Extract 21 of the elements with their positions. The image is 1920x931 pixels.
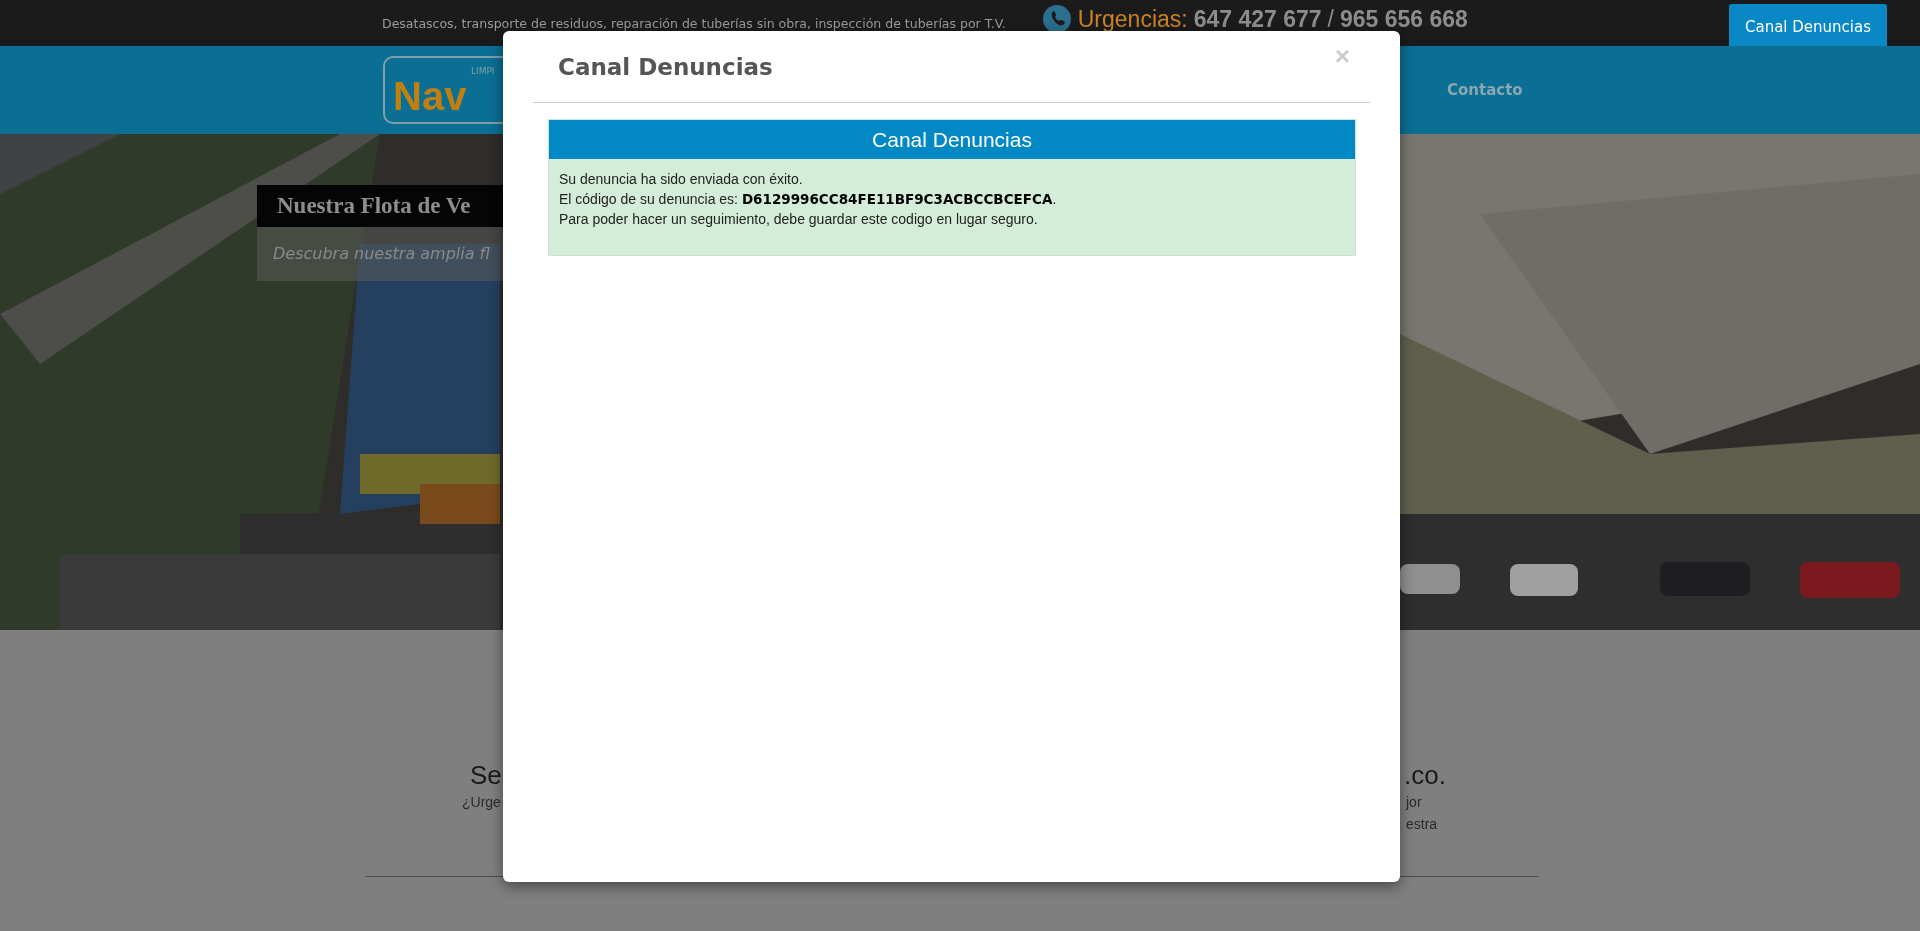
nav-link[interactable]: Contacto bbox=[1447, 81, 1523, 99]
section-text: ¿Urge bbox=[462, 793, 502, 812]
caption-title: Nuestra Flota de Ve bbox=[257, 185, 503, 227]
section-heading: Se bbox=[470, 760, 503, 791]
phone-icon bbox=[1041, 4, 1072, 34]
section-heading: .co. bbox=[1404, 760, 1446, 791]
modal-title: Canal Denuncias bbox=[558, 53, 773, 80]
logo-text: Nav bbox=[393, 73, 467, 119]
phone-number[interactable]: 647 427 677 bbox=[1193, 7, 1322, 31]
caption-subtitle: Descubra nuestra amplia fl bbox=[257, 227, 503, 281]
message-text: El código de su denuncia es: D6129996CC84FE11BF9C3ACBCCBCEFCA. bbox=[559, 190, 1058, 209]
logo-tagline: LIMPI bbox=[471, 66, 495, 76]
tagline: Desatascos, transporte de residuos, reparación de tuberías sin obra, inspección de tuberías por T.V. bbox=[382, 15, 1006, 31]
panel-header: Canal Denuncias bbox=[549, 120, 1355, 159]
message-text: Su denuncia ha sido enviada con éxito. bbox=[559, 170, 804, 189]
section-text: jor bbox=[1406, 793, 1423, 812]
separator: / bbox=[1327, 7, 1334, 31]
message-text: Para poder hacer un seguimiento, debe guardar este codigo en lugar seguro. bbox=[559, 210, 1039, 229]
phone-number[interactable]: 965 656 668 bbox=[1340, 7, 1468, 31]
section-text: estra bbox=[1406, 815, 1439, 834]
urgencias-label: Urgencias: bbox=[1077, 7, 1188, 31]
